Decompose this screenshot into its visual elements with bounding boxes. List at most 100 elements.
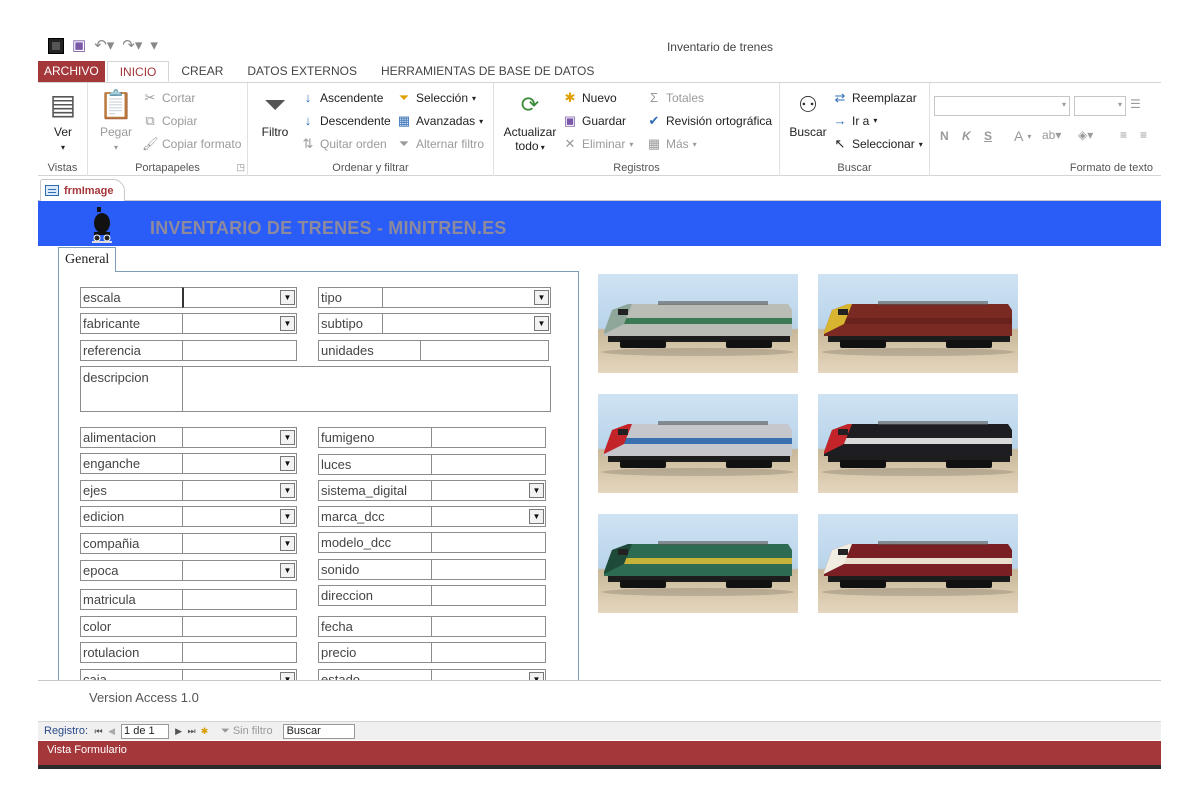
luces-input[interactable] <box>431 454 546 475</box>
copiar-formato-button[interactable]: 🖌 Copiar formato <box>142 136 241 152</box>
fumigeno-input[interactable] <box>431 427 546 448</box>
copiar-button[interactable]: ⧉ Copiar <box>142 113 197 129</box>
fecha-input[interactable] <box>431 616 546 637</box>
access-app-icon[interactable] <box>48 38 64 54</box>
photo-locomotive-5[interactable] <box>598 514 798 613</box>
chevron-down-icon[interactable]: ▼ <box>280 536 295 551</box>
photo-locomotive-4[interactable] <box>818 394 1018 493</box>
precio-input[interactable] <box>431 642 546 663</box>
photo-locomotive-2[interactable] <box>818 274 1018 373</box>
reemplazar-button[interactable]: ⇄ Reemplazar <box>832 90 917 106</box>
align-center-icon[interactable]: ≡ <box>1140 128 1147 142</box>
escala-combo[interactable]: ▼ <box>182 287 297 308</box>
chevron-down-icon[interactable]: ▼ <box>280 430 295 445</box>
chevron-down-icon[interactable]: ▼ <box>280 563 295 578</box>
revision-button[interactable]: ✔ Revisión ortográfica <box>646 113 773 129</box>
filtro-button[interactable]: ⏷ Filtro <box>260 89 290 139</box>
underline-button[interactable]: S <box>984 129 992 143</box>
alimentacion-combo[interactable]: ▼ <box>182 427 297 448</box>
redo-icon[interactable]: ↷▾ <box>122 38 142 54</box>
descendente-button[interactable]: ↓ Descendente <box>300 113 391 128</box>
font-name-combo[interactable]: ▾ <box>934 96 1070 116</box>
modelo-dcc-input[interactable] <box>431 532 546 553</box>
nuevo-button[interactable]: ✱ Nuevo <box>562 90 617 106</box>
previous-record-icon[interactable]: ◀ <box>105 726 118 737</box>
tab-datos-externos[interactable]: DATOS EXTERNOS <box>235 61 369 82</box>
ver-button[interactable]: ▤ Ver ▾ <box>44 89 82 153</box>
fabricante-combo[interactable]: ▼ <box>182 313 297 334</box>
alternar-filtro-button[interactable]: ⏷ Alternar filtro <box>396 136 484 152</box>
direccion-input[interactable] <box>431 585 546 606</box>
tab-general[interactable]: General <box>58 247 117 272</box>
edicion-combo[interactable]: ▼ <box>182 506 297 527</box>
photo-locomotive-1[interactable] <box>598 274 798 373</box>
epoca-combo[interactable]: ▼ <box>182 560 297 581</box>
chevron-down-icon[interactable]: ▼ <box>529 509 544 524</box>
align-left-icon[interactable]: ≡ <box>1120 128 1127 142</box>
totales-button[interactable]: Σ Totales <box>646 90 704 105</box>
list-bullets-icon[interactable]: ☰ <box>1130 97 1141 111</box>
seleccionar-button[interactable]: ↖ Seleccionar ▾ <box>832 136 923 152</box>
enganche-combo[interactable]: ▼ <box>182 453 297 474</box>
last-record-icon[interactable]: ⏭ <box>185 726 198 737</box>
sonido-input[interactable] <box>431 559 546 580</box>
italic-button[interactable]: K <box>962 129 971 143</box>
current-record-input[interactable]: 1 de 1 <box>121 723 170 739</box>
dialog-launcher-icon[interactable]: ◳ <box>236 162 245 173</box>
ir-a-button[interactable]: → Ir a ▾ <box>832 113 878 128</box>
ejes-combo[interactable]: ▼ <box>182 480 297 501</box>
avanzadas-button[interactable]: ▦ Avanzadas ▾ <box>396 113 483 129</box>
photo-locomotive-6[interactable] <box>818 514 1018 613</box>
guardar-button[interactable]: ▣ Guardar <box>562 113 626 129</box>
subtipo-combo[interactable]: ▼ <box>382 313 551 334</box>
undo-icon[interactable]: ↶▾ <box>94 38 114 54</box>
chevron-down-icon[interactable]: ▼ <box>280 316 295 331</box>
rotulacion-input[interactable] <box>182 642 297 663</box>
photo-locomotive-3[interactable] <box>598 394 798 493</box>
object-tab-frmimage[interactable]: frmImage <box>40 179 125 201</box>
tab-inicio[interactable]: INICIO <box>106 61 170 82</box>
marca-dcc-combo[interactable]: ▼ <box>431 506 546 527</box>
chevron-down-icon[interactable]: ▼ <box>280 290 295 305</box>
tipo-combo[interactable]: ▼ <box>382 287 551 308</box>
chevron-down-icon[interactable]: ▼ <box>529 483 544 498</box>
sistema-digital-combo[interactable]: ▼ <box>431 480 546 501</box>
color-input[interactable] <box>182 616 297 637</box>
chevron-down-icon[interactable]: ▼ <box>280 483 295 498</box>
no-filter-button[interactable]: ⏷ Sin filtro <box>221 725 273 738</box>
search-box[interactable]: Buscar <box>282 723 355 739</box>
first-record-icon[interactable]: ⏮ <box>92 726 105 737</box>
font-color-button[interactable]: A ▾ <box>1014 128 1031 144</box>
reemplazar-label: Reemplazar <box>852 91 917 105</box>
mas-button[interactable]: ▦ Más ▾ <box>646 136 697 152</box>
chevron-down-icon[interactable]: ▼ <box>534 316 549 331</box>
tab-herramientas[interactable]: HERRAMIENTAS DE BASE DE DATOS <box>369 61 606 82</box>
matricula-input[interactable] <box>182 589 297 610</box>
chevron-down-icon[interactable]: ▼ <box>280 456 295 471</box>
customize-icon[interactable]: ▾ <box>150 38 158 54</box>
highlight-icon[interactable]: ab▾ <box>1042 128 1061 142</box>
next-record-icon[interactable]: ▶ <box>172 726 185 737</box>
actualizar-todo-button[interactable]: ⟳ Actualizar todo ▾ <box>502 89 558 153</box>
buscar-button[interactable]: ⚇ Buscar <box>788 89 828 139</box>
unidades-input[interactable] <box>420 340 549 361</box>
tab-archivo[interactable]: ARCHIVO <box>38 61 105 82</box>
new-record-nav-icon[interactable]: ✱ <box>198 726 211 737</box>
chevron-down-icon[interactable]: ▼ <box>534 290 549 305</box>
compania-combo[interactable]: ▼ <box>182 533 297 554</box>
descripcion-textarea[interactable] <box>182 366 551 412</box>
eliminar-button[interactable]: ✕ Eliminar ▾ <box>562 136 634 152</box>
chevron-down-icon[interactable]: ▼ <box>280 509 295 524</box>
ascendente-button[interactable]: ↓ Ascendente <box>300 90 384 105</box>
fill-color-icon[interactable]: ◈▾ <box>1078 128 1093 142</box>
save-icon[interactable]: ▣ <box>72 38 86 54</box>
referencia-input[interactable] <box>182 340 297 361</box>
cortar-button[interactable]: ✂ Cortar <box>142 90 196 106</box>
bold-button[interactable]: N <box>940 129 949 143</box>
quitar-orden-button[interactable]: ⇅ Quitar orden <box>300 136 387 152</box>
pegar-button[interactable]: 📋 Pegar ▾ <box>96 89 136 153</box>
new-record-icon: ✱ <box>564 90 576 105</box>
seleccion-button[interactable]: ⏷ Selección ▾ <box>396 90 476 106</box>
tab-crear[interactable]: CREAR <box>169 61 235 82</box>
font-size-combo[interactable]: ▾ <box>1074 96 1126 116</box>
